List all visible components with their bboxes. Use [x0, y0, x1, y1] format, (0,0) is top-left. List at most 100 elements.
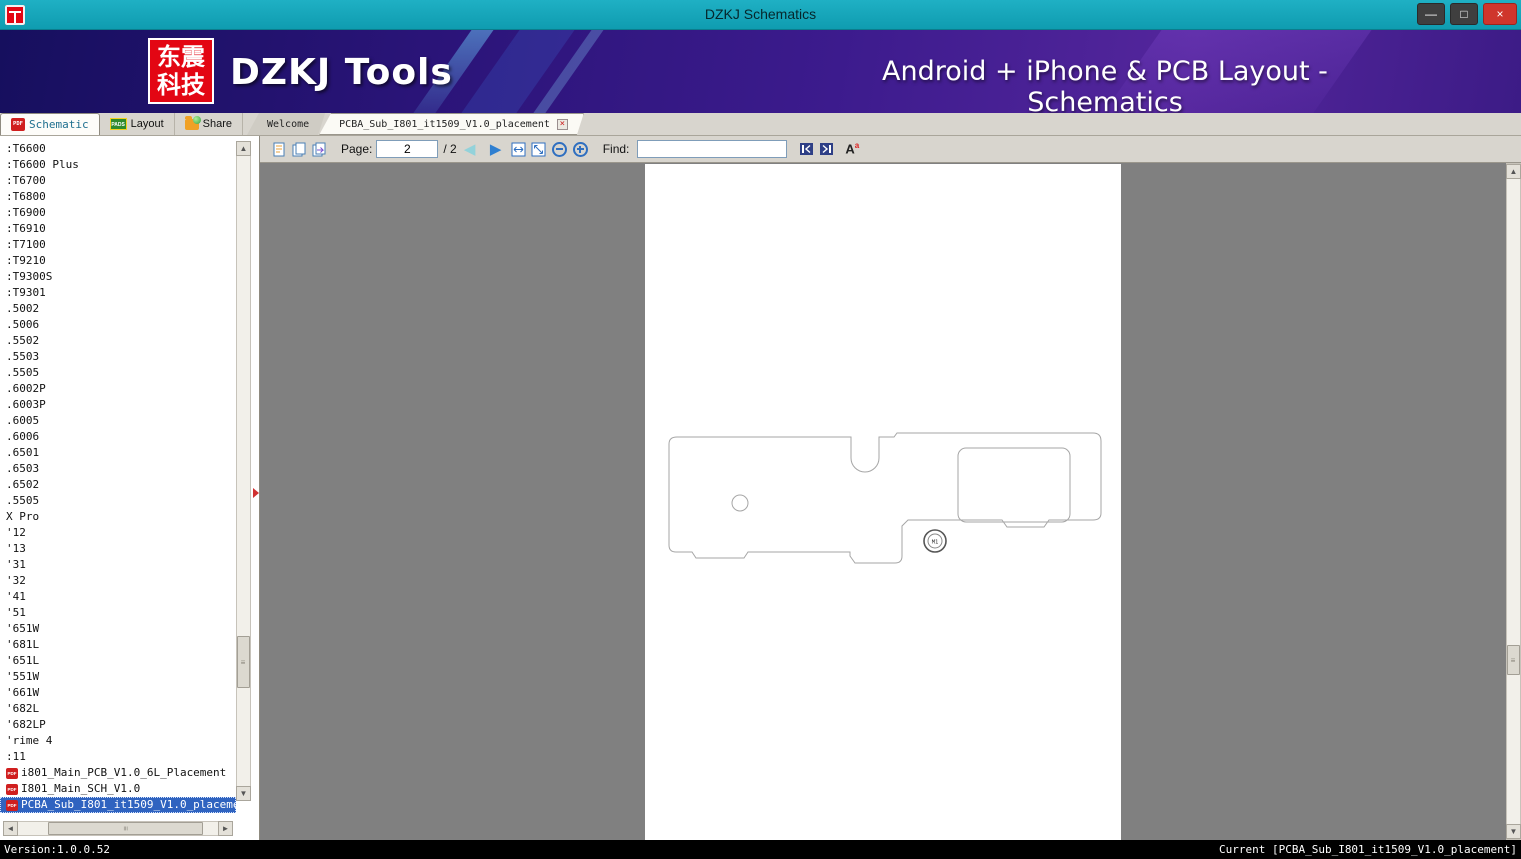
pads-icon: PADS	[109, 118, 127, 130]
fit-page-icon[interactable]	[529, 138, 549, 160]
model-list-item[interactable]: '681L	[0, 637, 236, 653]
model-list-item[interactable]: 'rime 4	[0, 733, 236, 749]
model-list-item[interactable]: :T6910	[0, 221, 236, 237]
model-list-item[interactable]: '51	[0, 605, 236, 621]
model-list-item[interactable]: :T6600	[0, 141, 236, 157]
fit-width-icon[interactable]	[509, 138, 529, 160]
previous-page-icon[interactable]: ◀	[460, 138, 480, 160]
find-next-icon[interactable]	[817, 138, 837, 160]
share-icon	[184, 115, 201, 130]
sidebar-collapse-arrow[interactable]	[253, 488, 259, 498]
page-number-input[interactable]	[376, 140, 439, 158]
pdf-icon: PDF	[6, 767, 18, 779]
doc-tab-close-icon[interactable]: ×	[557, 119, 568, 130]
brand-title: DZKJ Tools	[230, 52, 453, 93]
doc-tab-placement[interactable]: PCBA_Sub_I801_it1509_V1.0_placement ×	[319, 113, 584, 135]
sidebar-hscrollbar-thumb[interactable]: ≡	[48, 822, 203, 835]
model-list-item[interactable]: :T9300S	[0, 269, 236, 285]
model-list-item[interactable]: X Pro	[0, 509, 236, 525]
model-list-item[interactable]: '13	[0, 541, 236, 557]
pages-duplicate-icon[interactable]	[289, 138, 309, 160]
viewer-scroll-down-icon[interactable]: ▼	[1506, 824, 1521, 839]
model-list-item[interactable]: '651L	[0, 653, 236, 669]
component-label: M1	[932, 540, 939, 546]
tab-schematic[interactable]: PDF Schematic	[0, 113, 100, 135]
scroll-down-icon[interactable]: ▼	[236, 786, 251, 801]
model-list-item[interactable]: '661W	[0, 685, 236, 701]
page-label: Page:	[341, 142, 373, 156]
model-list-item[interactable]: :T6700	[0, 173, 236, 189]
model-list-item[interactable]: :T9301	[0, 285, 236, 301]
model-list-item[interactable]: .6006	[0, 429, 236, 445]
doc-tab-placement-label: PCBA_Sub_I801_it1509_V1.0_placement	[339, 118, 550, 130]
model-list-item[interactable]: :11	[0, 749, 236, 765]
tab-share[interactable]: Share	[175, 113, 243, 135]
sidebar-vertical-scrollbar[interactable]	[236, 141, 251, 801]
model-list-item[interactable]: .6501	[0, 445, 236, 461]
model-list-item[interactable]: .5505	[0, 365, 236, 381]
model-list-item[interactable]: '651W	[0, 621, 236, 637]
scroll-up-icon[interactable]: ▲	[236, 141, 251, 156]
viewer-vertical-scrollbar[interactable]	[1506, 163, 1521, 840]
pdf-icon: PDF	[6, 799, 18, 811]
model-list-item[interactable]: .5006	[0, 317, 236, 333]
model-list-item[interactable]: :T6800	[0, 189, 236, 205]
doc-tab-welcome[interactable]: Welcome	[247, 113, 325, 135]
model-list-item[interactable]: '682L	[0, 701, 236, 717]
banner-tagline: Android + iPhone & PCB Layout - Schemati…	[882, 56, 1328, 113]
page-total: / 2	[443, 142, 457, 156]
model-list-item[interactable]: '31	[0, 557, 236, 573]
pages-export-icon[interactable]	[309, 138, 329, 160]
pdf-document-item[interactable]: PDF I801_Main_SCH_V1.0	[0, 781, 236, 797]
model-list-item[interactable]: .6503	[0, 461, 236, 477]
application-window: DZKJ Schematics — □ × 东震 科技 DZKJ Tools A…	[0, 0, 1521, 859]
sidebar-scrollbar-thumb[interactable]: ≡	[237, 636, 250, 688]
model-list-item[interactable]: '551W	[0, 669, 236, 685]
tab-bar: PDF Schematic PADS Layout Share Welcome …	[0, 113, 1521, 136]
zoom-out-icon[interactable]	[551, 141, 567, 157]
model-list-item[interactable]: :T6600 Plus	[0, 157, 236, 173]
current-document-text: Current [PCBA_Sub_I801_it1509_V1.0_place…	[1218, 843, 1517, 856]
scroll-right-icon[interactable]: ►	[218, 821, 233, 836]
model-tree-panel: :T6600:T6600 Plus:T6700:T6800:T6900:T691…	[0, 136, 260, 840]
find-label: Find:	[602, 142, 630, 156]
minimize-button[interactable]: —	[1417, 3, 1445, 25]
model-list-item[interactable]: :T7100	[0, 237, 236, 253]
viewer-scroll-up-icon[interactable]: ▲	[1506, 164, 1521, 179]
model-list-item[interactable]: .6002P	[0, 381, 236, 397]
company-logo: 东震 科技	[148, 38, 214, 104]
scroll-left-icon[interactable]: ◄	[3, 821, 18, 836]
model-list-item[interactable]: .6502	[0, 477, 236, 493]
app-icon[interactable]	[5, 5, 25, 25]
model-list-item[interactable]: .5503	[0, 349, 236, 365]
zoom-in-icon[interactable]	[572, 141, 588, 157]
page-copy-icon[interactable]	[269, 138, 289, 160]
pdf-document-item[interactable]: PDF PCBA_Sub_I801_it1509_V1.0_placement	[0, 797, 236, 813]
model-list-item[interactable]: '41	[0, 589, 236, 605]
text-size-icon[interactable]: Aa	[845, 141, 859, 156]
document-viewer: M1	[261, 163, 1506, 840]
pdf-document-item[interactable]: PDF i801_Main_PCB_V1.0_6L_Placement	[0, 765, 236, 781]
model-list-item[interactable]: :T9210	[0, 253, 236, 269]
window-title: DZKJ Schematics	[704, 6, 817, 22]
tab-share-label: Share	[202, 118, 232, 130]
model-list-item[interactable]: .6003P	[0, 397, 236, 413]
model-list-item[interactable]: '682LP	[0, 717, 236, 733]
model-list-item[interactable]: '32	[0, 573, 236, 589]
model-list-item[interactable]: .6005	[0, 413, 236, 429]
find-previous-icon[interactable]	[797, 138, 817, 160]
close-button[interactable]: ×	[1483, 3, 1517, 25]
next-page-icon[interactable]: ▶	[486, 138, 506, 160]
model-list: :T6600:T6600 Plus:T6700:T6800:T6900:T691…	[0, 141, 236, 817]
maximize-button[interactable]: □	[1450, 3, 1478, 25]
tab-layout[interactable]: PADS Layout	[100, 113, 175, 135]
viewer-scrollbar-thumb[interactable]: ≡	[1507, 645, 1520, 675]
model-list-item[interactable]: :T6900	[0, 205, 236, 221]
model-list-item[interactable]: .5505	[0, 493, 236, 509]
find-input[interactable]	[637, 140, 788, 158]
model-list-item[interactable]: '12	[0, 525, 236, 541]
model-list-item[interactable]: .5002	[0, 301, 236, 317]
brand-banner: 东震 科技 DZKJ Tools Android + iPhone & PCB …	[0, 30, 1521, 113]
model-list-item[interactable]: .5502	[0, 333, 236, 349]
logo-text-top: 东震	[157, 43, 205, 71]
